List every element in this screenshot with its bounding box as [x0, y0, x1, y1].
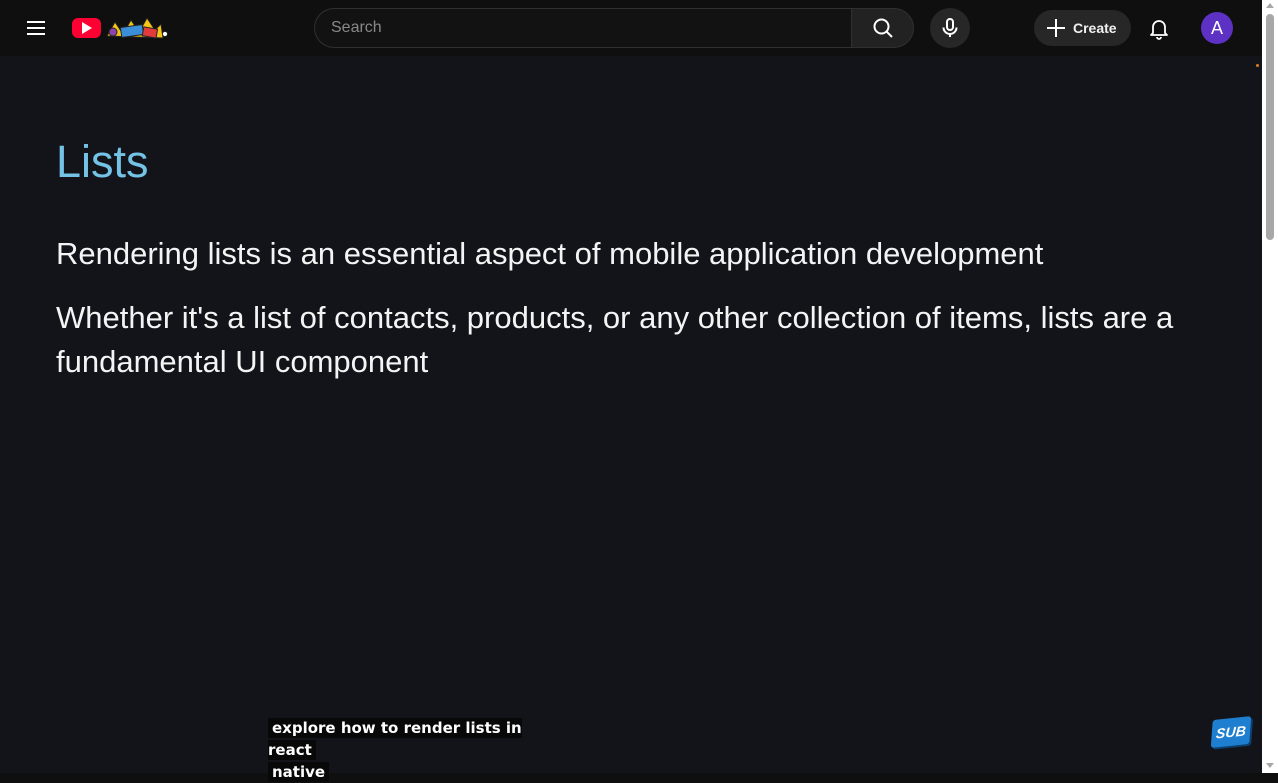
- caption-line-1: explore how to render lists in react: [268, 718, 522, 760]
- video-player[interactable]: Lists Rendering lists is an essential as…: [0, 56, 1262, 782]
- status-dot: [1256, 64, 1259, 67]
- create-button[interactable]: Create: [1034, 10, 1131, 46]
- top-bar: Create A: [0, 0, 1262, 56]
- create-label: Create: [1073, 20, 1117, 36]
- page-scrollbar[interactable]: [1262, 0, 1278, 773]
- voice-search-button[interactable]: [930, 8, 970, 48]
- search-bar: [314, 8, 914, 48]
- scroll-up-arrow-icon[interactable]: [1266, 3, 1274, 8]
- search-button[interactable]: [851, 8, 914, 48]
- caption-line-2: native: [268, 762, 330, 782]
- plus-icon: [1045, 17, 1067, 39]
- slide-title: Lists: [56, 136, 149, 187]
- menu-button[interactable]: [16, 8, 56, 48]
- scroll-down-arrow-icon[interactable]: [1266, 763, 1274, 768]
- bell-icon: [1150, 20, 1168, 40]
- slide-paragraph-1: Rendering lists is an essential aspect o…: [56, 236, 1044, 271]
- scrollbar-thumb[interactable]: [1266, 14, 1274, 240]
- youtube-logo[interactable]: [72, 12, 172, 44]
- doodle-icon: [106, 17, 168, 39]
- microphone-icon: [942, 18, 958, 37]
- youtube-logo-icon: [72, 18, 101, 38]
- hamburger-menu-icon: [27, 21, 45, 35]
- slide-paragraph-2: Whether it's a list of contacts, product…: [56, 300, 1174, 379]
- subscribe-watermark-label: SUB: [1215, 722, 1247, 742]
- search-input[interactable]: [314, 8, 851, 48]
- avatar[interactable]: A: [1201, 12, 1233, 44]
- subscribe-watermark[interactable]: SUB: [1210, 716, 1252, 748]
- avatar-initial: A: [1210, 17, 1223, 38]
- notifications-button[interactable]: [1139, 8, 1179, 48]
- search-icon: [873, 18, 893, 38]
- caption-box: explore how to render lists in react nat…: [268, 717, 548, 783]
